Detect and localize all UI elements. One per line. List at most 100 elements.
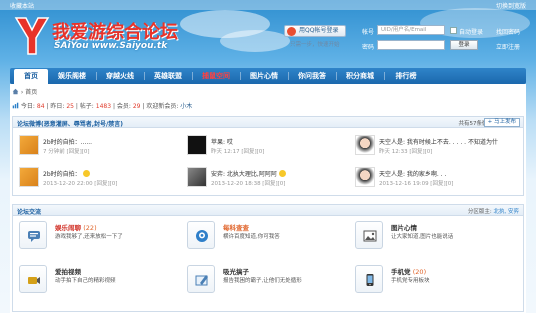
forum-desc: 手机党专用板块	[391, 278, 430, 284]
auto-login-label: 自动登录	[459, 29, 484, 36]
avatar[interactable]	[355, 167, 375, 187]
picture-icon	[363, 230, 377, 242]
avatar[interactable]	[187, 135, 207, 155]
list-item[interactable]: 天空人是: 我有时候上不去. . . . . 不知道为什 昨天 12:33 [回…	[355, 135, 523, 159]
main-nav: 首页 娱乐阁楼 穿越火线 英雄联盟 捕鼠空间 图片心情 你问我答 积分商城 排行…	[10, 68, 526, 84]
nav-item-pictures[interactable]: 图片心情	[242, 68, 286, 84]
list-item[interactable]: 安弈: 北执大理比,阿阿阿 2013-12-20 18:38 [回复][0]	[187, 167, 347, 191]
forum-name-text: 图片心情	[391, 224, 417, 232]
nav-item-space[interactable]: 捕鼠空间	[194, 68, 238, 84]
forum-icon[interactable]	[187, 221, 215, 249]
forum-item[interactable]: 图片心情 让大家知道,图片也能说话	[355, 221, 523, 257]
qq-icon	[287, 27, 296, 36]
avatar[interactable]	[355, 135, 375, 155]
breadcrumb-home[interactable]: 首页	[25, 89, 37, 96]
forum-icon[interactable]	[19, 221, 47, 249]
qq-login-button[interactable]: 用QQ帐号登录	[284, 25, 346, 37]
moderators-links[interactable]: 北执, 安弈	[494, 209, 520, 215]
forum-item[interactable]: 娱乐闹聊 (22) 游戏我够了,还来放松一下了	[19, 221, 179, 257]
members-label: 会员:	[116, 103, 131, 110]
nav-item-crossfire[interactable]: 穿越火线	[98, 68, 142, 84]
thread-title[interactable]: 2b时的自拍：	[43, 169, 90, 178]
breadcrumb: › 首页	[12, 87, 37, 96]
list-item[interactable]: 天空人是: 我的家乡啊. . . 2013-12-16 19:09 [回复][0…	[355, 167, 523, 191]
forum-item[interactable]: 每科查查 横许百度知道,你可我答	[187, 221, 347, 257]
nav-item-qa[interactable]: 你问我答	[290, 68, 334, 84]
forum-desc: 报告我困的霸子,让他们无处循形	[223, 278, 302, 284]
thread-title[interactable]: 天空人是: 我的家乡啊. . .	[379, 169, 446, 178]
forum-item[interactable]: 吸光搞子 报告我困的霸子,让他们无处循形	[187, 265, 347, 301]
nav-item-points-mall[interactable]: 积分商城	[338, 68, 382, 84]
newest-member-link[interactable]: 小木	[180, 103, 192, 110]
forum-count: (22)	[83, 224, 97, 232]
avatar[interactable]	[19, 167, 39, 187]
forum-desc: 让大家知道,图片也能说话	[391, 234, 454, 240]
pen-icon	[195, 275, 208, 286]
forum-name-text: 每科查查	[223, 224, 249, 232]
microblog-panel: 论坛微博(恶意灌屏、辱骂者,封号/禁言) 共有57条微博 + 马上发布 2b时的…	[12, 116, 524, 196]
nav-item-lol[interactable]: 英雄联盟	[146, 68, 190, 84]
register-link[interactable]: 立即注册	[496, 42, 520, 51]
post-microblog-label: 马上发布	[493, 119, 516, 125]
nav-item-home[interactable]: 首页	[14, 69, 48, 84]
today-label: 今日:	[20, 103, 35, 110]
forum-section-title: 论坛交流	[17, 209, 42, 216]
forum-icon[interactable]	[19, 265, 47, 293]
forum-count: (20)	[412, 268, 427, 276]
forum-icon[interactable]	[187, 265, 215, 293]
thread-meta: 2013-12-16 19:09 [回复][0]	[379, 181, 454, 187]
nav-divider	[240, 72, 241, 80]
switch-width-link[interactable]: 切换到宽版	[496, 1, 526, 10]
nav-item-ranking[interactable]: 排行榜	[386, 68, 426, 84]
forgot-password-link[interactable]: 找回密码	[496, 27, 520, 36]
thread-title[interactable]: 天空人是: 我有时候上不去. . . . . 不知道为什	[379, 137, 498, 146]
moderators-info: 分区版主: 北执, 安弈	[468, 207, 519, 215]
moderators-label: 分区版主:	[467, 209, 492, 215]
stats-icon	[12, 102, 19, 109]
thread-meta: 7 分钟前 [回复][0]	[43, 149, 90, 155]
main-content: › 首页 今日: 84 | 昨日: 25 | 帖子: 1483 | 会员: 29…	[10, 84, 526, 313]
forum-icon[interactable]	[355, 221, 383, 249]
list-item[interactable]: 2b时的自拍： 2013-12-20 22:00 [回复][0]	[19, 167, 179, 191]
password-input[interactable]	[377, 40, 445, 50]
top-bar: 收藏本站 切换到宽版	[0, 0, 536, 10]
auto-login-checkbox[interactable]	[450, 27, 457, 34]
forum-name[interactable]: 爱拍视频	[55, 266, 81, 276]
thread-title-text: 安弈: 北执大理比,阿阿阿	[211, 171, 277, 178]
thread-title[interactable]: 苹果: 哎	[211, 137, 233, 146]
today-count: 84	[36, 103, 45, 110]
list-item[interactable]: 2b时的自拍：...... 7 分钟前 [回复][0]	[19, 135, 179, 159]
thread-meta: 昨天 12:17 [回复][0]	[211, 149, 265, 155]
forum-icon[interactable]	[355, 265, 383, 293]
thread-meta: 2013-12-20 22:00 [回复][0]	[43, 181, 118, 187]
forum-name[interactable]: 吸光搞子	[223, 266, 249, 276]
nav-divider	[96, 72, 97, 80]
forum-name[interactable]: 娱乐闹聊 (22)	[55, 222, 97, 232]
login-button[interactable]: 登录	[450, 40, 478, 50]
site-logo[interactable]: 我爱游综合论坛 SAiYou www.Saiyou.tk	[14, 16, 214, 62]
bookmark-link[interactable]: 收藏本站	[10, 1, 34, 10]
forum-name[interactable]: 手机党 (20)	[391, 266, 426, 276]
cloud-decoration	[220, 30, 290, 52]
home-icon[interactable]	[12, 88, 19, 95]
thread-title[interactable]: 安弈: 北执大理比,阿阿阿	[211, 169, 286, 178]
nav-divider	[336, 72, 337, 80]
forum-desc: 横许百度知道,你可我答	[223, 234, 280, 240]
nav-item-entertainment[interactable]: 娱乐阁楼	[50, 68, 94, 84]
question-icon	[196, 230, 208, 242]
avatar[interactable]	[187, 167, 207, 187]
forum-name[interactable]: 图片心情	[391, 222, 417, 232]
thread-title[interactable]: 2b时的自拍：......	[43, 137, 92, 146]
account-label: 帐号	[362, 29, 375, 36]
video-icon	[28, 277, 40, 284]
post-microblog-button[interactable]: + 马上发布	[483, 118, 520, 127]
mobile-phone-icon	[366, 274, 374, 286]
avatar[interactable]	[19, 135, 39, 155]
forum-name[interactable]: 每科查查	[223, 222, 249, 232]
forum-item[interactable]: 爱拍视频 动手拍下自己的精彩视频	[19, 265, 179, 301]
list-item[interactable]: 苹果: 哎 昨天 12:17 [回复][0]	[187, 135, 347, 159]
forum-stats: 今日: 84 | 昨日: 25 | 帖子: 1483 | 会员: 29 | 欢迎…	[12, 101, 192, 110]
account-input[interactable]: UID/用户名/Email	[377, 25, 445, 35]
forum-section-panel: 论坛交流 分区版主: 北执, 安弈 娱乐闹聊 (22) 游戏我够了,还来放松一下…	[12, 204, 524, 312]
forum-item[interactable]: 手机党 (20) 手机党专用板块	[355, 265, 523, 301]
